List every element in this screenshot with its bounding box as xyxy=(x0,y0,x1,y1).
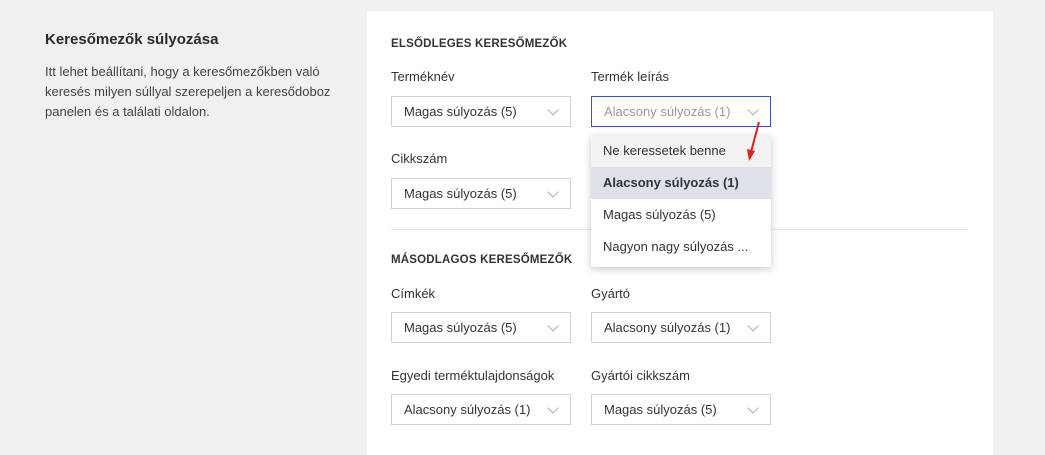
annotation-arrow-icon xyxy=(747,121,760,161)
select-value: Alacsony súlyozás (1) xyxy=(604,104,731,119)
manufacturer-sku-weight-select[interactable]: Magas súlyozás (5) xyxy=(591,394,771,425)
field-label-product-name: Terméknév xyxy=(391,69,455,84)
section-description: Itt lehet beállítani, hogy a keresőmezők… xyxy=(45,64,331,119)
field-label-manufacturer-sku: Gyártói cikkszám xyxy=(591,368,690,383)
chevron-down-icon xyxy=(547,186,559,198)
manufacturer-weight-select[interactable]: Alacsony súlyozás (1) xyxy=(591,312,771,343)
field-label-product-description: Termék leírás xyxy=(591,69,670,84)
primary-section-title: ELSŐDLEGES KERESŐMEZŐK xyxy=(391,38,568,50)
chevron-down-icon xyxy=(747,402,759,414)
settings-description: Keresőmezők súlyozása Itt lehet beállíta… xyxy=(45,31,355,122)
dropdown-option[interactable]: Nagyon nagy súlyozás ... xyxy=(591,231,771,263)
product-name-weight-select[interactable]: Magas súlyozás (5) xyxy=(391,96,571,127)
field-label-custom-properties: Egyedi terméktulajdonságok xyxy=(391,368,555,383)
chevron-down-icon xyxy=(547,104,559,116)
field-label-sku: Cikkszám xyxy=(391,151,448,166)
select-value: Magas súlyozás (5) xyxy=(404,320,517,335)
section-heading: Keresőmezők súlyozása xyxy=(45,31,219,48)
product-description-weight-select[interactable]: Alacsony súlyozás (1) xyxy=(591,96,771,127)
field-label-tags: Címkék xyxy=(391,286,436,301)
custom-properties-weight-select[interactable]: Alacsony súlyozás (1) xyxy=(391,394,571,425)
select-value: Alacsony súlyozás (1) xyxy=(604,320,731,335)
secondary-section-title: MÁSODLAGOS KERESŐMEZŐK xyxy=(391,254,573,266)
tags-weight-select[interactable]: Magas súlyozás (5) xyxy=(391,312,571,343)
select-value: Magas súlyozás (5) xyxy=(404,186,517,201)
chevron-down-icon xyxy=(747,104,759,116)
sku-weight-select[interactable]: Magas súlyozás (5) xyxy=(391,178,571,209)
select-value: Alacsony súlyozás (1) xyxy=(404,402,531,417)
dropdown-option-selected[interactable]: Alacsony súlyozás (1) xyxy=(591,167,771,199)
select-value: Magas súlyozás (5) xyxy=(404,104,517,119)
select-value: Magas súlyozás (5) xyxy=(604,402,717,417)
dropdown-option[interactable]: Ne keressetek benne xyxy=(591,135,771,167)
chevron-down-icon xyxy=(747,320,759,332)
settings-panel: ELSŐDLEGES KERESŐMEZŐK Terméknév Magas s… xyxy=(367,11,993,455)
field-label-manufacturer: Gyártó xyxy=(591,286,631,301)
chevron-down-icon xyxy=(547,320,559,332)
dropdown-option[interactable]: Magas súlyozás (5) xyxy=(591,199,771,231)
weight-dropdown-menu: Ne keressetek benne Alacsony súlyozás (1… xyxy=(591,135,771,267)
chevron-down-icon xyxy=(547,402,559,414)
